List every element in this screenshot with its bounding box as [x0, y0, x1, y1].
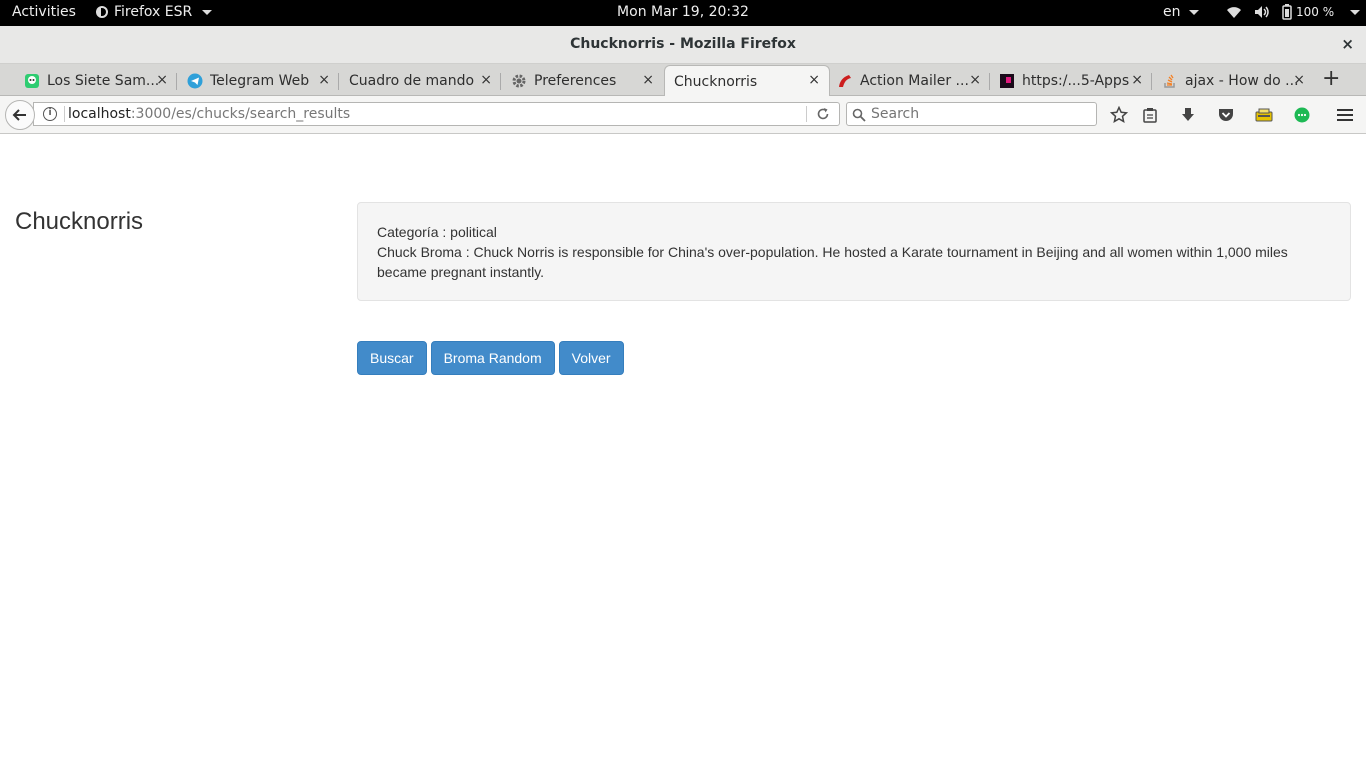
window-title: Chucknorris - Mozilla Firefox — [570, 36, 796, 52]
battery-level: 100 % — [1296, 5, 1335, 19]
download-icon — [1182, 108, 1194, 121]
tab-action-mailer[interactable]: Action Mailer ... × — [831, 66, 990, 96]
bookmark-star-button[interactable] — [1109, 105, 1129, 125]
tab-preferences[interactable]: Preferences × — [504, 66, 663, 96]
tab-label: ajax - How do ... — [1185, 73, 1299, 89]
search-box[interactable] — [846, 102, 1097, 126]
reload-divider — [806, 106, 807, 122]
joke-result-well: Categoría : political Chuck Broma : Chuc… — [357, 202, 1351, 301]
extension-icon — [1255, 108, 1273, 122]
clipboard-icon — [1143, 108, 1157, 123]
url-path: :3000/es/chucks/search_results — [130, 106, 351, 122]
chevron-down-icon — [1188, 9, 1199, 15]
tab-label: https:/...5-Apps — [1022, 73, 1130, 89]
clock[interactable]: Mon Mar 19, 20:32 — [0, 4, 1366, 20]
web-page: Chucknorris Categoría : political Chuck … — [0, 135, 1366, 768]
tab-los-siete[interactable]: Los Siete Sam... × — [18, 66, 177, 96]
close-tab-icon[interactable]: × — [318, 72, 330, 88]
system-top-bar: Activities Firefox ESR Mon Mar 19, 20:32… — [0, 0, 1366, 26]
url-bar[interactable]: i localhost:3000/es/chucks/search_result… — [33, 102, 840, 126]
language-selector[interactable]: en — [1163, 4, 1199, 20]
url-text[interactable]: localhost:3000/es/chucks/search_results — [68, 106, 350, 122]
close-tab-icon[interactable]: × — [969, 72, 981, 88]
tab-separator — [338, 73, 339, 90]
volume-icon — [1255, 6, 1269, 18]
tab-separator — [1151, 73, 1152, 90]
search-icon — [852, 108, 866, 122]
menu-button[interactable] — [1335, 105, 1355, 125]
chat-extension-button[interactable] — [1292, 105, 1312, 125]
telegram-favicon-icon — [187, 73, 203, 89]
random-joke-button[interactable]: Broma Random — [430, 341, 555, 375]
tab-label: Telegram Web — [210, 73, 310, 89]
search-input[interactable] — [871, 105, 1091, 123]
tab-telegram[interactable]: Telegram Web × — [180, 66, 339, 96]
star-icon — [1110, 106, 1128, 124]
close-tab-icon[interactable]: × — [156, 72, 168, 88]
back-arrow-icon — [12, 109, 26, 121]
status-menu[interactable]: 100 % — [1226, 4, 1361, 20]
pocket-icon — [1219, 109, 1233, 121]
tab-strip: Los Siete Sam... × Telegram Web × Cuadro… — [0, 64, 1366, 97]
action-buttons: Buscar Broma Random Volver — [357, 341, 624, 375]
url-host: localhost — [68, 106, 131, 122]
downloads-button[interactable] — [1178, 105, 1198, 125]
close-tab-icon[interactable]: × — [1293, 72, 1305, 88]
close-tab-icon[interactable]: × — [480, 72, 492, 88]
close-window-button[interactable]: × — [1341, 35, 1354, 53]
tab-label: Chucknorris — [674, 73, 758, 90]
tab-label: Action Mailer ... — [860, 73, 969, 89]
pocket-button[interactable] — [1216, 105, 1236, 125]
gear-icon — [512, 74, 526, 88]
wifi-icon — [1227, 7, 1241, 18]
tab-separator — [989, 73, 990, 90]
search-button[interactable]: Buscar — [357, 341, 427, 375]
new-tab-button[interactable]: + — [1322, 66, 1340, 91]
navigation-bar: i localhost:3000/es/chucks/search_result… — [0, 96, 1366, 134]
close-tab-icon[interactable]: × — [808, 72, 820, 88]
back-button[interactable] — [5, 100, 35, 130]
battery-icon — [1282, 4, 1292, 20]
joke-category: Categoría : political — [377, 224, 497, 240]
hamburger-menu-icon — [1337, 109, 1353, 121]
navbar-brand[interactable]: Chucknorris — [15, 208, 143, 236]
extension-button[interactable] — [1254, 105, 1274, 125]
tab-apps[interactable]: https:/...5-Apps × — [993, 66, 1152, 96]
tab-ajax[interactable]: ajax - How do ... × — [1155, 66, 1314, 96]
window-title-bar: Chucknorris - Mozilla Firefox × — [0, 26, 1366, 64]
language-label: en — [1163, 4, 1181, 20]
chat-bubble-icon — [1294, 107, 1310, 123]
tab-separator — [500, 73, 501, 90]
url-divider — [64, 106, 65, 122]
stackoverflow-favicon-icon — [1164, 74, 1175, 88]
square-favicon-icon — [1000, 74, 1014, 88]
tab-label: Los Siete Sam... — [47, 73, 160, 89]
joke-text: Chuck Broma : Chuck Norris is responsibl… — [377, 244, 1288, 280]
reload-icon[interactable] — [815, 106, 831, 122]
close-tab-icon[interactable]: × — [642, 72, 654, 88]
chevron-down-icon — [1350, 9, 1361, 15]
tab-cuadro-de-mando[interactable]: Cuadro de mando × — [342, 66, 501, 96]
ghost-favicon-icon — [25, 74, 39, 88]
back-link-button[interactable]: Volver — [558, 341, 624, 375]
info-icon[interactable]: i — [43, 107, 57, 121]
tab-chucknorris[interactable]: Chucknorris × — [664, 65, 830, 97]
tab-separator — [176, 73, 177, 90]
tab-label: Preferences — [534, 73, 617, 89]
rails-favicon-icon — [839, 75, 851, 87]
reading-list-button[interactable] — [1140, 105, 1160, 125]
close-tab-icon[interactable]: × — [1131, 72, 1143, 88]
tab-label: Cuadro de mando — [349, 73, 475, 89]
